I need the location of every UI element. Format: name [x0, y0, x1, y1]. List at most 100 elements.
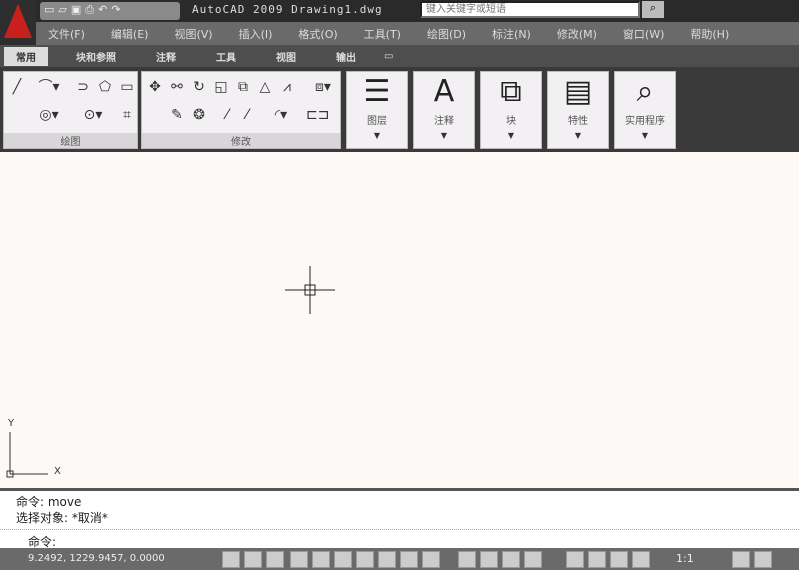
redo-icon[interactable]: ↷	[111, 3, 120, 19]
search-input[interactable]	[420, 1, 640, 18]
application-menu-button[interactable]	[0, 0, 36, 45]
quick-view-button[interactable]	[502, 551, 520, 568]
annotation-scale[interactable]: 1:1	[676, 552, 694, 565]
search-icon[interactable]: ⌕	[642, 1, 664, 18]
modify-panel: ✥ ⚯ ↻ ◱ ⧉ △ ⩘ ⧈▾ ✎ ❂ ⁄ ⁄ ◜▾ ⊏⊐ 修改	[141, 71, 341, 149]
modify-panel-title[interactable]: 修改	[142, 133, 340, 148]
menu-draw[interactable]: 绘图(D)	[427, 26, 466, 42]
open-icon[interactable]: ▱	[58, 3, 66, 19]
command-history-line: 命令: move	[16, 495, 82, 509]
minimize-ribbon-icon[interactable]: ▭	[384, 51, 393, 62]
menu-dimension[interactable]: 标注(N)	[492, 26, 531, 42]
offset-icon[interactable]: ⧈▾	[308, 78, 338, 96]
mirror-icon[interactable]: ⩘	[278, 78, 296, 96]
grid-button[interactable]	[244, 551, 262, 568]
crosshair-cursor	[6, 266, 335, 478]
showmotion-button[interactable]	[632, 551, 650, 568]
command-window: 命令: move 选择对象: *取消* 命令:	[0, 488, 799, 549]
menu-file[interactable]: 文件(F)	[48, 26, 85, 42]
dropdown-arrow-icon: ▼	[641, 131, 649, 140]
polar-button[interactable]	[290, 551, 308, 568]
ellipse-icon[interactable]: ⊙▾	[78, 106, 108, 124]
draw-panel-title[interactable]: 绘图	[4, 133, 137, 148]
fillet-icon[interactable]: ◜▾	[266, 106, 296, 124]
move-icon[interactable]: ✥	[146, 78, 164, 96]
layers-panel-button[interactable]: ☰ 图层 ▼	[346, 71, 408, 149]
erase-icon[interactable]: ✎	[168, 106, 186, 124]
tab-output[interactable]: 输出	[324, 47, 368, 66]
qp-button[interactable]	[422, 551, 440, 568]
pan-button[interactable]	[566, 551, 584, 568]
quick-view-drawings-button[interactable]	[524, 551, 542, 568]
tab-home[interactable]: 常用	[4, 46, 48, 66]
autoscale-button[interactable]	[754, 551, 772, 568]
circle-icon[interactable]: ◎▾	[34, 106, 64, 124]
arc-icon[interactable]: ⌒▾	[34, 78, 64, 96]
draw-panel: ╱ ⌒▾ ⊃ ⬠ ▭ ◎▾ ⊙▾ ⌗ 绘图	[3, 71, 138, 149]
rectangle-icon[interactable]: ▭	[118, 78, 136, 96]
ucs-x-label: X	[54, 466, 61, 477]
properties-icon: ▤	[563, 74, 593, 109]
magnifier-icon: ⌕	[636, 74, 654, 109]
tab-tools[interactable]: 工具	[204, 47, 248, 66]
annotation-panel-button[interactable]: A 注释 ▼	[413, 71, 475, 149]
scale-icon[interactable]: ⧉	[234, 78, 252, 96]
menu-help[interactable]: 帮助(H)	[690, 26, 729, 42]
steeringwheel-button[interactable]	[610, 551, 628, 568]
dyn-button[interactable]	[378, 551, 396, 568]
dropdown-arrow-icon: ▼	[440, 131, 448, 140]
explode-icon[interactable]: ❂	[190, 106, 208, 124]
trim-icon[interactable]: ⁄	[218, 106, 236, 124]
block-label: 块	[506, 116, 516, 127]
copy-icon[interactable]: ⚯	[168, 78, 186, 96]
menu-view[interactable]: 视图(V)	[174, 26, 212, 42]
hatch-icon[interactable]: ⌗	[118, 106, 136, 124]
utilities-panel-button[interactable]: ⌕ 实用程序 ▼	[614, 71, 676, 149]
layers-icon: ☰	[363, 74, 391, 109]
zoom-icon[interactable]	[588, 551, 606, 568]
polyline-icon[interactable]: ⊃	[74, 78, 92, 96]
rotate-icon[interactable]: ↻	[190, 78, 208, 96]
dropdown-arrow-icon: ▼	[574, 131, 582, 140]
new-icon[interactable]: ▭	[44, 3, 54, 19]
stretch-icon[interactable]: ◱	[212, 78, 230, 96]
array-icon[interactable]: △	[256, 78, 274, 96]
autocad-logo-icon	[4, 4, 32, 38]
menu-tools[interactable]: 工具(T)	[364, 26, 401, 42]
layout-button[interactable]	[480, 551, 498, 568]
extend-icon[interactable]: ⁄	[238, 106, 256, 124]
tab-annotate[interactable]: 注释	[144, 47, 188, 66]
drawing-area[interactable]: X Y	[0, 152, 799, 488]
quick-access-toolbar: ▭ ▱ ▣ ⎙ ↶ ↷	[40, 2, 180, 20]
status-bar: 9.2492, 1229.9457, 0.0000 1:1	[0, 548, 799, 570]
tab-view[interactable]: 视图	[264, 47, 308, 66]
annotation-visibility-button[interactable]	[732, 551, 750, 568]
otrack-button[interactable]	[334, 551, 352, 568]
print-icon[interactable]: ⎙	[85, 3, 94, 19]
coordinates-readout: 9.2492, 1229.9457, 0.0000	[28, 553, 165, 564]
lineweight-button[interactable]	[400, 551, 418, 568]
menu-format[interactable]: 格式(O)	[298, 26, 337, 42]
polygon-icon[interactable]: ⬠	[96, 78, 114, 96]
window-title: AutoCAD 2009 Drawing1.dwg	[192, 3, 383, 16]
properties-label: 特性	[568, 116, 588, 127]
menu-modify[interactable]: 修改(M)	[557, 26, 597, 42]
join-icon[interactable]: ⊏⊐	[306, 106, 329, 124]
menu-insert[interactable]: 插入(I)	[239, 26, 273, 42]
dropdown-arrow-icon: ▼	[373, 131, 381, 140]
menu-window[interactable]: 窗口(W)	[623, 26, 664, 42]
undo-icon[interactable]: ↶	[98, 3, 107, 19]
ribbon: ╱ ⌒▾ ⊃ ⬠ ▭ ◎▾ ⊙▾ ⌗ 绘图 ✥ ⚯ ↻ ◱ ⧉ △ ⩘ ⧈▾ ✎…	[0, 68, 799, 152]
ducs-button[interactable]	[356, 551, 374, 568]
save-icon[interactable]: ▣	[71, 3, 81, 19]
osnap-button[interactable]	[312, 551, 330, 568]
properties-panel-button[interactable]: ▤ 特性 ▼	[547, 71, 609, 149]
block-panel-button[interactable]: ⧉ 块 ▼	[480, 71, 542, 149]
annotation-label: 注释	[434, 116, 454, 127]
tab-blocks[interactable]: 块和参照	[64, 47, 128, 66]
menu-edit[interactable]: 编辑(E)	[111, 26, 149, 42]
ortho-button[interactable]	[266, 551, 284, 568]
line-icon[interactable]: ╱	[8, 78, 26, 96]
model-button[interactable]	[458, 551, 476, 568]
snap-button[interactable]	[222, 551, 240, 568]
